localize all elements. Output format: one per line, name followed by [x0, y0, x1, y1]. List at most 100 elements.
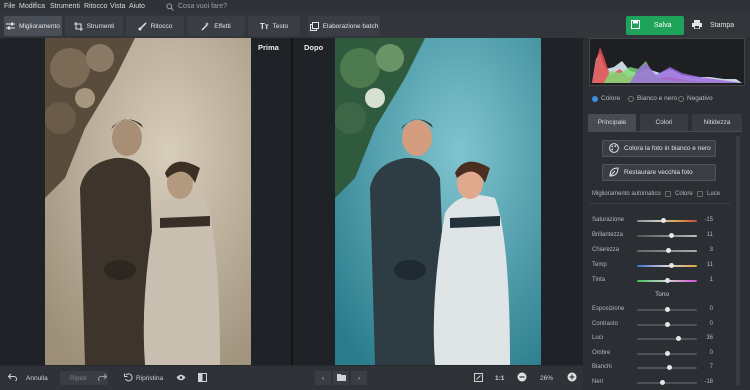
open-folder-button[interactable]	[333, 371, 349, 385]
mode-label: Bianco e nero	[637, 95, 678, 102]
fit-screen-button[interactable]	[474, 371, 483, 385]
slider-value: 0	[709, 349, 713, 356]
tab-nitidezza[interactable]: Nitidezza	[692, 114, 742, 131]
section-divider	[590, 203, 730, 204]
folder-icon	[336, 373, 346, 383]
magic-wand-icon	[201, 21, 210, 31]
slider-track[interactable]	[637, 233, 697, 238]
zoom-out-button[interactable]	[517, 371, 527, 385]
batch-label: Elaborazione batch	[322, 22, 379, 30]
tab-effetti[interactable]: Effetti	[187, 16, 245, 36]
chevron-left-icon: ‹	[321, 374, 325, 382]
slider-label: Bianchi	[592, 364, 612, 370]
tab-strumenti[interactable]: Strumenti	[65, 16, 123, 36]
radio-unchecked-icon	[678, 95, 684, 102]
search-input[interactable]: Cosa vuoi fare?	[178, 3, 227, 10]
slider-track[interactable]	[637, 365, 697, 370]
prev-image-button[interactable]: ‹	[315, 371, 331, 385]
tab-colori[interactable]: Colori	[640, 114, 688, 131]
chevron-right-icon: ›	[357, 374, 361, 382]
slider-knob[interactable]	[665, 350, 670, 356]
menu-modifica[interactable]: Modifica	[19, 3, 45, 10]
restore-button[interactable]: Restaurare vecchia foto	[602, 164, 716, 181]
tab-label: Miglioramento	[19, 22, 60, 30]
preview-eye-button[interactable]	[176, 371, 186, 385]
slider-label: Brillantezza	[592, 232, 624, 238]
slider-track[interactable]	[637, 321, 697, 327]
slider-knob[interactable]	[660, 218, 666, 223]
slider-value: 1	[709, 277, 713, 283]
auto-color-label: Colore	[675, 191, 693, 197]
palette-icon	[609, 142, 619, 155]
crop-icon	[73, 21, 83, 31]
slider-label: Neri	[592, 378, 604, 385]
tab-label: Strumenti	[86, 22, 115, 30]
zoom-level: 26%	[540, 374, 554, 382]
menu-file[interactable]: File	[4, 3, 15, 10]
next-image-button[interactable]: ›	[351, 371, 367, 385]
slider-label: Luci	[592, 335, 604, 341]
print-button[interactable]: Stampa	[692, 16, 742, 35]
text-icon: Tт	[259, 21, 269, 31]
zoom-in-button[interactable]	[567, 371, 577, 385]
save-button[interactable]: Salva	[626, 16, 684, 35]
batch-button[interactable]: Elaborazione batch	[308, 16, 380, 36]
slider-track[interactable]	[637, 350, 697, 356]
slider-knob[interactable]	[665, 278, 670, 283]
slider-track[interactable]	[637, 307, 697, 312]
auto-color-checkbox[interactable]	[665, 191, 671, 197]
slider-value: -18	[704, 378, 713, 385]
colorize-label: Colora la foto in bianco e nero	[624, 145, 711, 152]
slider-track[interactable]	[637, 248, 697, 253]
undo-label: Annulla	[26, 374, 48, 382]
tab-principale[interactable]: Principale	[588, 114, 636, 131]
colorize-button[interactable]: Colora la foto in bianco e nero	[602, 140, 716, 157]
tab-testo[interactable]: Tт Testo	[248, 16, 300, 36]
mode-label: Negativo	[687, 95, 713, 102]
radio-checked-icon	[592, 95, 598, 102]
slider-value: 0	[709, 306, 713, 312]
mode-negativo[interactable]: Negativo	[678, 95, 713, 102]
slider-track[interactable]	[637, 218, 697, 223]
printer-icon	[692, 20, 702, 31]
auto-light-checkbox[interactable]	[697, 191, 703, 197]
compare-button[interactable]	[198, 371, 207, 385]
split-divider[interactable]	[291, 38, 293, 365]
slider-knob[interactable]	[675, 336, 681, 341]
menu-strumenti[interactable]: Strumenti	[50, 3, 80, 10]
sliders-icon	[6, 22, 16, 30]
mode-colore[interactable]: Colore	[592, 95, 620, 102]
reset-button[interactable]: Ripristina	[124, 371, 163, 385]
save-icon	[631, 20, 640, 31]
menu-ritocco[interactable]: Ritocco	[84, 3, 107, 10]
mode-bianco-nero[interactable]: Bianco e nero	[628, 95, 677, 102]
actual-size-button[interactable]: 1:1	[495, 371, 504, 385]
menu-aiuto[interactable]: Aiuto	[129, 3, 145, 10]
after-label: Dopo	[298, 42, 330, 54]
panel-scrollbar[interactable]	[736, 136, 740, 386]
tab-miglioramento[interactable]: Miglioramento	[4, 16, 62, 36]
search-icon	[166, 3, 174, 13]
slider-knob[interactable]	[668, 233, 674, 238]
tab-underline	[588, 131, 742, 132]
slider-track[interactable]	[637, 263, 697, 268]
undo-button[interactable]: Annulla	[7, 371, 48, 385]
slider-value: 36	[706, 335, 713, 341]
auto-enhance-label: Miglioramento automatico	[592, 191, 661, 197]
reset-label: Ripristina	[136, 374, 164, 382]
slider-value: 7	[709, 364, 713, 370]
menu-vista[interactable]: Vista	[110, 3, 125, 10]
slider-knob[interactable]	[668, 263, 674, 268]
save-label: Salva	[654, 22, 672, 29]
slider-knob[interactable]	[665, 321, 670, 327]
slider-track[interactable]	[637, 379, 697, 385]
slider-track[interactable]	[637, 278, 697, 283]
slider-knob[interactable]	[659, 379, 665, 385]
redo-button[interactable]: Ripeti	[60, 371, 108, 385]
fit-screen-icon	[474, 372, 483, 384]
slider-value: -15	[704, 217, 713, 223]
slider-knob[interactable]	[665, 307, 670, 312]
tab-label: Testo	[272, 22, 289, 30]
slider-track[interactable]	[637, 336, 697, 341]
tab-ritocco[interactable]: Ritocco	[126, 16, 184, 36]
